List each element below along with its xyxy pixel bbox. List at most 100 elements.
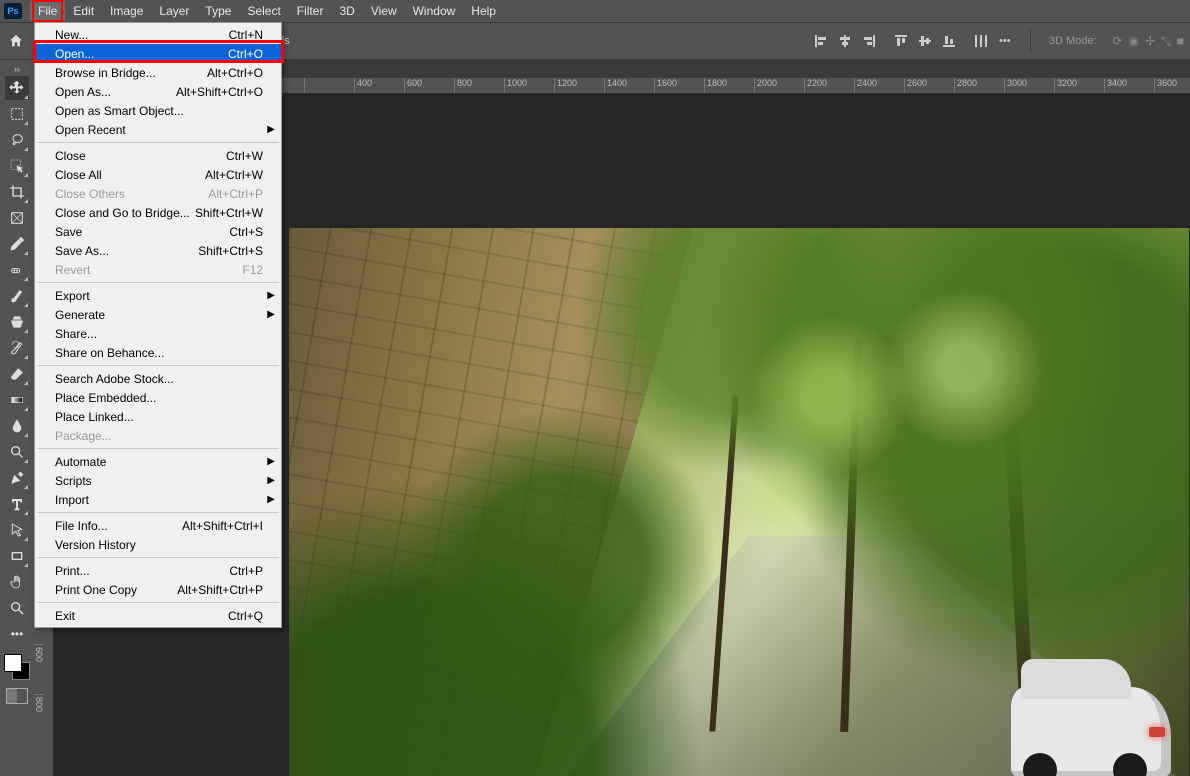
menu-item-print-one-copy[interactable]: Print One CopyAlt+Shift+Ctrl+P: [35, 580, 281, 599]
eyedropper-tool[interactable]: [5, 232, 29, 256]
canvas-image-car: [1011, 687, 1171, 776]
align-bottom-icon[interactable]: [938, 30, 960, 52]
foreground-color-swatch[interactable]: [4, 654, 22, 672]
distribute-icon[interactable]: [970, 30, 992, 52]
menu-type[interactable]: Type: [197, 1, 239, 21]
menu-item-label: Exit: [55, 609, 75, 623]
menu-item-export[interactable]: Export▶: [35, 286, 281, 305]
ruler-tick: 400: [354, 78, 404, 93]
type-tool[interactable]: [5, 492, 29, 516]
roll-3d-icon[interactable]: ◉: [1129, 34, 1139, 49]
menu-item-generate[interactable]: Generate▶: [35, 305, 281, 324]
menu-item-file-info[interactable]: File Info...Alt+Shift+Ctrl+I: [35, 516, 281, 535]
menu-filter[interactable]: Filter: [289, 1, 332, 21]
align-center-h-icon[interactable]: [834, 30, 856, 52]
zoom-3d-icon[interactable]: ■: [1177, 34, 1184, 49]
document-canvas[interactable]: [289, 228, 1189, 776]
menu-item-open[interactable]: Open...Ctrl+O: [35, 44, 281, 63]
menubar: Ps File Edit Image Layer Type Select Fil…: [0, 0, 1190, 22]
menu-item-automate[interactable]: Automate▶: [35, 452, 281, 471]
quick-mask-icon[interactable]: [6, 688, 28, 704]
menu-image[interactable]: Image: [102, 1, 151, 21]
menu-item-place-embedded[interactable]: Place Embedded...: [35, 388, 281, 407]
menu-item-scripts[interactable]: Scripts▶: [35, 471, 281, 490]
tools-panel: ›› •••: [0, 60, 34, 776]
menu-item-shortcut: Ctrl+Q: [228, 609, 263, 623]
menu-separator: [37, 282, 279, 283]
menu-item-close-all[interactable]: Close AllAlt+Ctrl+W: [35, 165, 281, 184]
menu-item-browse-in-bridge[interactable]: Browse in Bridge... Alt+Ctrl+O: [35, 63, 281, 82]
color-swatches[interactable]: [4, 654, 30, 680]
rectangle-tool[interactable]: [5, 544, 29, 568]
orbit-3d-icon[interactable]: ⟳: [1113, 34, 1123, 49]
spot-healing-tool[interactable]: [5, 258, 29, 282]
menu-item-shortcut: Alt+Ctrl+O: [207, 66, 263, 80]
pen-tool[interactable]: [5, 466, 29, 490]
menu-item-open-recent[interactable]: Open Recent ▶: [35, 120, 281, 139]
lasso-tool[interactable]: [5, 128, 29, 152]
menu-separator: [37, 142, 279, 143]
history-brush-tool[interactable]: [5, 336, 29, 360]
menu-help[interactable]: Help: [463, 1, 504, 21]
menu-3d[interactable]: 3D: [331, 1, 362, 21]
zoom-tool[interactable]: [5, 596, 29, 620]
menu-item-place-linked[interactable]: Place Linked...: [35, 407, 281, 426]
menu-item-share-on-behance[interactable]: Share on Behance...: [35, 343, 281, 362]
edit-toolbar-icon[interactable]: •••: [5, 622, 29, 646]
brush-tool[interactable]: [5, 284, 29, 308]
slide-3d-icon[interactable]: ⤡: [1161, 34, 1171, 49]
blur-tool[interactable]: [5, 414, 29, 438]
object-selection-tool[interactable]: [5, 154, 29, 178]
menu-file[interactable]: File: [30, 1, 65, 21]
frame-tool[interactable]: [5, 206, 29, 230]
menu-item-label: Open Recent: [55, 123, 126, 137]
eraser-tool[interactable]: [5, 362, 29, 386]
menu-item-close-others: Close OthersAlt+Ctrl+P: [35, 184, 281, 203]
marquee-tool[interactable]: [5, 102, 29, 126]
menu-item-label: Search Adobe Stock...: [55, 372, 174, 386]
menu-item-close[interactable]: CloseCtrl+W: [35, 146, 281, 165]
submenu-arrow-icon: ▶: [267, 124, 275, 135]
menu-item-shortcut: Ctrl+W: [226, 149, 263, 163]
menu-item-new[interactable]: New...Ctrl+N: [35, 25, 281, 44]
crop-tool[interactable]: [5, 180, 29, 204]
dodge-tool[interactable]: [5, 440, 29, 464]
menu-item-search-adobe-stock[interactable]: Search Adobe Stock...: [35, 369, 281, 388]
menu-item-revert: RevertF12: [35, 260, 281, 279]
align-top-icon[interactable]: [890, 30, 912, 52]
more-align-icon[interactable]: •••: [994, 30, 1016, 52]
menu-item-save[interactable]: SaveCtrl+S: [35, 222, 281, 241]
pan-3d-icon[interactable]: ✢: [1145, 34, 1155, 49]
align-left-icon[interactable]: [810, 30, 832, 52]
menu-window[interactable]: Window: [405, 1, 464, 21]
menu-select[interactable]: Select: [239, 1, 288, 21]
menu-item-shortcut: Ctrl+P: [229, 564, 263, 578]
menu-item-import[interactable]: Import▶: [35, 490, 281, 509]
menu-item-open-as-smart-object[interactable]: Open as Smart Object...: [35, 101, 281, 120]
menu-edit[interactable]: Edit: [65, 1, 102, 21]
submenu-arrow-icon: ▶: [267, 456, 275, 467]
menu-item-share[interactable]: Share...: [35, 324, 281, 343]
menu-item-open-as[interactable]: Open As...Alt+Shift+Ctrl+O: [35, 82, 281, 101]
menu-item-print[interactable]: Print...Ctrl+P: [35, 561, 281, 580]
gradient-tool[interactable]: [5, 388, 29, 412]
menu-item-label: Scripts: [55, 474, 92, 488]
menu-item-exit[interactable]: Exit Ctrl+Q: [35, 606, 281, 625]
menu-item-label: File Info...: [55, 519, 108, 533]
menu-item-shortcut: Alt+Shift+Ctrl+O: [176, 85, 263, 99]
expand-toolbar-icon[interactable]: ››: [14, 64, 20, 74]
menu-item-close-and-go-to-bridge[interactable]: Close and Go to Bridge...Shift+Ctrl+W: [35, 203, 281, 222]
menu-view[interactable]: View: [363, 1, 405, 21]
menu-item-version-history[interactable]: Version History: [35, 535, 281, 554]
align-right-icon[interactable]: [858, 30, 880, 52]
hand-tool[interactable]: [5, 570, 29, 594]
menu-item-label: Browse in Bridge...: [55, 66, 156, 80]
align-middle-icon[interactable]: [914, 30, 936, 52]
clone-stamp-tool[interactable]: [5, 310, 29, 334]
home-icon[interactable]: [6, 31, 26, 51]
move-tool[interactable]: [5, 76, 29, 100]
menu-item-save-as[interactable]: Save As...Shift+Ctrl+S: [35, 241, 281, 260]
menu-layer[interactable]: Layer: [151, 1, 197, 21]
path-selection-tool[interactable]: [5, 518, 29, 542]
menu-item-label: Close Others: [55, 187, 125, 201]
